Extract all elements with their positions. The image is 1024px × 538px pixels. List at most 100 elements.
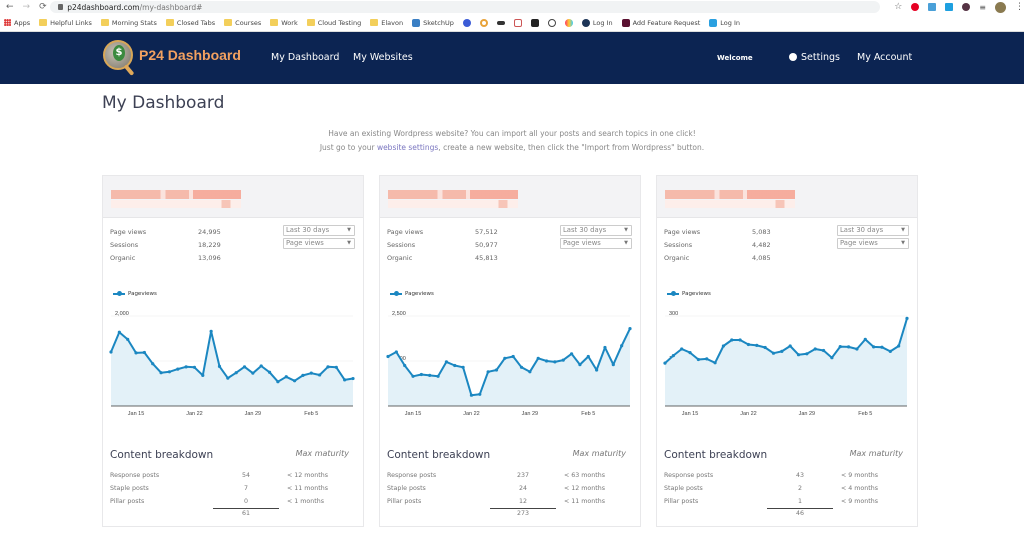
- data-point[interactable]: [586, 354, 590, 359]
- bookmark-folder[interactable]: Work: [270, 19, 298, 27]
- data-point[interactable]: [394, 350, 398, 354]
- data-point[interactable]: [771, 351, 776, 355]
- data-point[interactable]: [209, 329, 213, 333]
- data-point[interactable]: [159, 371, 163, 375]
- data-point[interactable]: [292, 379, 297, 383]
- data-point[interactable]: [234, 371, 238, 375]
- data-point[interactable]: [494, 368, 499, 372]
- data-point[interactable]: [846, 345, 851, 349]
- data-point[interactable]: [595, 368, 599, 372]
- bookmark-folder[interactable]: Closed Tabs: [165, 19, 215, 27]
- bookmark-login[interactable]: Log In: [709, 18, 740, 27]
- website-settings-link[interactable]: website settings: [377, 143, 438, 152]
- data-point[interactable]: [796, 353, 801, 357]
- data-point[interactable]: [905, 316, 909, 320]
- metric-select[interactable]: Page views ▼: [560, 238, 632, 249]
- data-point[interactable]: [821, 348, 826, 353]
- bookmark-site[interactable]: [564, 18, 573, 27]
- data-point[interactable]: [217, 364, 222, 368]
- data-point[interactable]: [176, 367, 180, 371]
- bookmark-site[interactable]: [547, 18, 556, 27]
- data-point[interactable]: [386, 354, 390, 359]
- data-point[interactable]: [126, 337, 130, 341]
- metric-select[interactable]: Page views ▼: [283, 238, 355, 249]
- data-point[interactable]: [411, 374, 415, 378]
- data-point[interactable]: [721, 344, 726, 348]
- data-point[interactable]: [453, 363, 457, 368]
- data-point[interactable]: [872, 345, 876, 349]
- data-point[interactable]: [309, 371, 313, 375]
- nav-my-websites[interactable]: My Websites: [353, 32, 413, 84]
- data-point[interactable]: [696, 357, 700, 362]
- chart-legend[interactable]: Pageviews: [667, 291, 711, 297]
- nav-my-account[interactable]: My Account: [857, 32, 912, 84]
- nav-settings[interactable]: Settings: [789, 32, 840, 84]
- bookmark-folder[interactable]: Cloud Testing: [306, 19, 361, 27]
- data-point[interactable]: [461, 365, 465, 369]
- metric-select[interactable]: Page views ▼: [837, 238, 909, 249]
- data-point[interactable]: [151, 362, 155, 366]
- data-point[interactable]: [730, 338, 734, 342]
- data-point[interactable]: [746, 342, 751, 347]
- data-point[interactable]: [755, 343, 759, 347]
- pinterest-icon[interactable]: [911, 3, 920, 11]
- menu-icon[interactable]: ⋮: [1015, 2, 1024, 12]
- chart-legend[interactable]: Pageviews: [390, 291, 434, 297]
- data-point[interactable]: [428, 373, 432, 377]
- data-point[interactable]: [553, 360, 557, 364]
- data-point[interactable]: [142, 350, 146, 355]
- data-point[interactable]: [192, 365, 197, 369]
- data-point[interactable]: [688, 351, 692, 355]
- data-point[interactable]: [267, 370, 272, 374]
- data-point[interactable]: [167, 370, 172, 374]
- data-point[interactable]: [109, 350, 113, 354]
- data-point[interactable]: [503, 356, 507, 360]
- data-point[interactable]: [671, 354, 675, 358]
- data-point[interactable]: [259, 364, 263, 368]
- data-point[interactable]: [117, 330, 121, 334]
- data-point[interactable]: [838, 345, 842, 349]
- data-point[interactable]: [897, 344, 901, 348]
- data-point[interactable]: [436, 374, 440, 378]
- bookmark-login[interactable]: Log In: [581, 18, 613, 27]
- data-point[interactable]: [511, 354, 515, 359]
- bookmark-site[interactable]: [513, 18, 522, 27]
- data-point[interactable]: [561, 358, 565, 362]
- data-point[interactable]: [813, 347, 817, 351]
- data-point[interactable]: [242, 365, 247, 369]
- extension-icon[interactable]: [945, 3, 954, 11]
- data-point[interactable]: [478, 392, 482, 396]
- data-point[interactable]: [184, 365, 188, 369]
- data-point[interactable]: [830, 356, 834, 360]
- data-point[interactable]: [738, 338, 742, 342]
- brand-logo[interactable]: $ P24 Dashboard: [103, 40, 241, 76]
- reading-list-icon[interactable]: ≡: [979, 3, 986, 12]
- data-point[interactable]: [444, 360, 449, 364]
- data-point[interactable]: [780, 349, 784, 353]
- data-point[interactable]: [569, 352, 574, 356]
- url-input[interactable]: p24dashboard.com /my-dashboard#: [50, 1, 881, 13]
- data-point[interactable]: [284, 375, 288, 379]
- data-point[interactable]: [419, 372, 423, 377]
- data-point[interactable]: [603, 345, 607, 350]
- data-point[interactable]: [469, 393, 474, 397]
- bookmark-site[interactable]: [496, 20, 505, 25]
- data-point[interactable]: [276, 380, 280, 384]
- data-point[interactable]: [888, 349, 892, 353]
- data-point[interactable]: [663, 361, 667, 365]
- data-point[interactable]: [486, 370, 490, 374]
- data-point[interactable]: [880, 345, 884, 349]
- forward-icon[interactable]: →: [23, 2, 31, 12]
- data-point[interactable]: [763, 345, 767, 350]
- chart-legend[interactable]: Pageviews: [113, 291, 157, 297]
- bookmark-feature-request[interactable]: Add Feature Request: [621, 18, 700, 27]
- data-point[interactable]: [201, 373, 205, 377]
- data-point[interactable]: [318, 373, 322, 377]
- data-point[interactable]: [628, 327, 632, 331]
- data-point[interactable]: [805, 352, 809, 356]
- extension-icon[interactable]: [928, 3, 937, 11]
- back-icon[interactable]: ←: [6, 2, 14, 12]
- data-point[interactable]: [251, 371, 255, 375]
- nav-my-dashboard[interactable]: My Dashboard: [271, 32, 339, 84]
- date-range-select[interactable]: Last 30 days ▼: [283, 225, 355, 236]
